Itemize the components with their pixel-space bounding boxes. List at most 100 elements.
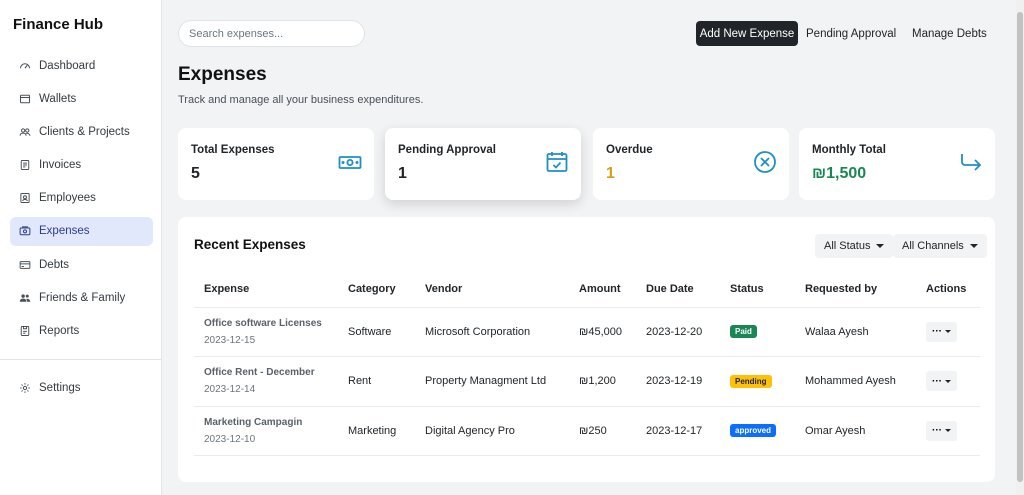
- sidebar-item-label: Reports: [39, 325, 80, 337]
- expense-cell: Office Rent - December 2023-12-14: [194, 356, 338, 407]
- sidebar-item-label: Friends & Family: [39, 291, 126, 304]
- brand-title: Finance Hub: [13, 16, 104, 33]
- requested-by-cell: Walaa Ayesh: [795, 307, 916, 357]
- card-value: 5: [191, 165, 200, 182]
- sidebar-item-settings[interactable]: Settings: [10, 373, 153, 402]
- card-label: Overdue: [606, 144, 653, 156]
- sidebar-item-label: Employees: [39, 192, 96, 205]
- channel-filter-dropdown[interactable]: All Channels: [893, 234, 987, 258]
- requested-by-cell: Omar Ayesh: [795, 406, 916, 456]
- amount-cell: ₪1,200: [569, 356, 636, 407]
- manage-debts-link[interactable]: Manage Debts: [912, 21, 987, 46]
- table-row: Office software Licenses 2023-12-15 Soft…: [194, 307, 980, 357]
- category-cell: Rent: [338, 356, 415, 407]
- column-header-vendor: Vendor: [415, 271, 569, 308]
- status-badge: approved: [730, 424, 777, 438]
- due-date-cell: 2023-12-17: [636, 406, 720, 456]
- vendor-cell: Property Managment Ltd: [415, 356, 569, 407]
- sidebar-item-reports[interactable]: Reports: [10, 317, 153, 346]
- sidebar-item-label: Invoices: [39, 159, 82, 172]
- row-actions-button[interactable]: ···: [926, 321, 957, 342]
- card-value: ₪1,500: [812, 165, 867, 182]
- recent-expenses-panel: Recent Expenses All Status All Channels …: [178, 217, 995, 482]
- sidebar-item-label: Debts: [39, 258, 70, 271]
- arrow-return-icon: [961, 154, 982, 171]
- caret-down-icon: [876, 244, 885, 248]
- caret-down-icon: [945, 379, 951, 383]
- vendor-cell: Microsoft Corporation: [415, 307, 569, 357]
- add-expense-button[interactable]: Add New Expense: [696, 21, 798, 46]
- column-header-actions: Actions: [916, 271, 980, 308]
- card-total-expenses: Total Expenses 5: [178, 128, 374, 200]
- report-icon: [19, 325, 31, 337]
- column-header-status: Status: [720, 271, 795, 308]
- sidebar-item-friends-family[interactable]: Friends & Family: [10, 283, 153, 312]
- people-icon: [19, 126, 31, 138]
- sidebar: Finance Hub Dashboard Wallets Clients & …: [0, 0, 162, 495]
- column-header-due-date: Due Date: [636, 271, 720, 308]
- actions-cell: ···: [916, 406, 980, 456]
- card-pending-approval: Pending Approval 1: [385, 128, 581, 200]
- scrollbar-thumb[interactable]: [1017, 12, 1023, 482]
- table-header-row: Expense Category Vendor Amount Due Date …: [194, 271, 980, 308]
- credit-card-icon: [19, 259, 31, 271]
- caret-down-icon: [945, 429, 951, 433]
- row-actions-button[interactable]: ···: [926, 420, 957, 441]
- expense-date: 2023-12-14: [204, 384, 256, 396]
- ellipsis-icon: ···: [932, 425, 942, 437]
- status-cell: approved: [720, 406, 795, 456]
- status-filter-dropdown[interactable]: All Status: [815, 234, 894, 258]
- card-label: Monthly Total: [812, 144, 886, 156]
- dashboard-icon: [19, 60, 31, 72]
- card-label: Total Expenses: [191, 144, 275, 156]
- page-scrollbar[interactable]: [1016, 0, 1024, 495]
- ellipsis-icon: ···: [932, 326, 942, 338]
- recent-expenses-title: Recent Expenses: [194, 237, 306, 252]
- page-subtitle: Track and manage all your business expen…: [178, 94, 424, 106]
- cash-icon: [338, 156, 362, 169]
- caret-down-icon: [969, 244, 978, 248]
- sidebar-divider: [0, 359, 161, 360]
- page-title: Expenses: [178, 64, 267, 85]
- status-badge: Pending: [730, 374, 772, 388]
- sidebar-item-invoices[interactable]: Invoices: [10, 151, 153, 180]
- expense-name: Office software Licenses: [204, 317, 322, 329]
- vendor-cell: Digital Agency Pro: [415, 406, 569, 456]
- category-cell: Software: [338, 307, 415, 357]
- sidebar-item-employees[interactable]: Employees: [10, 184, 153, 213]
- person-badge-icon: [19, 192, 31, 204]
- sidebar-item-label: Expenses: [39, 225, 90, 238]
- calendar-check-icon: [546, 152, 568, 172]
- sidebar-item-clients-projects[interactable]: Clients & Projects: [10, 117, 153, 146]
- table-row: Marketing Campagin 2023-12-10 Marketing …: [194, 406, 980, 456]
- sidebar-nav: Dashboard Wallets Clients & Projects Inv…: [10, 51, 153, 350]
- actions-cell: ···: [916, 307, 980, 357]
- card-label: Pending Approval: [398, 144, 496, 156]
- wallet-icon: [19, 93, 31, 105]
- sidebar-item-wallets[interactable]: Wallets: [10, 84, 153, 113]
- channel-filter-label: All Channels: [902, 240, 964, 252]
- invoice-icon: [19, 159, 31, 171]
- card-value: 1: [606, 165, 615, 182]
- due-date-cell: 2023-12-20: [636, 307, 720, 357]
- gear-icon: [19, 382, 31, 394]
- column-header-requested-by: Requested by: [795, 271, 916, 308]
- row-actions-button[interactable]: ···: [926, 371, 957, 392]
- card-monthly-total: Monthly Total ₪1,500: [799, 128, 995, 200]
- status-filter-label: All Status: [824, 240, 871, 252]
- column-header-expense: Expense: [194, 271, 338, 308]
- requested-by-cell: Mohammed Ayesh: [795, 356, 916, 407]
- sidebar-item-dashboard[interactable]: Dashboard: [10, 51, 153, 80]
- due-date-cell: 2023-12-19: [636, 356, 720, 407]
- caret-down-icon: [945, 330, 951, 334]
- cash-icon: [19, 225, 31, 237]
- pending-approval-link[interactable]: Pending Approval: [806, 21, 896, 46]
- expense-date: 2023-12-10: [204, 433, 256, 445]
- ellipsis-icon: ···: [932, 375, 942, 387]
- search-input[interactable]: [178, 20, 365, 47]
- sidebar-item-expenses[interactable]: Expenses: [10, 216, 153, 246]
- expense-name: Office Rent - December: [204, 367, 315, 379]
- sidebar-settings: Settings: [10, 373, 153, 406]
- category-cell: Marketing: [338, 406, 415, 456]
- sidebar-item-debts[interactable]: Debts: [10, 250, 153, 279]
